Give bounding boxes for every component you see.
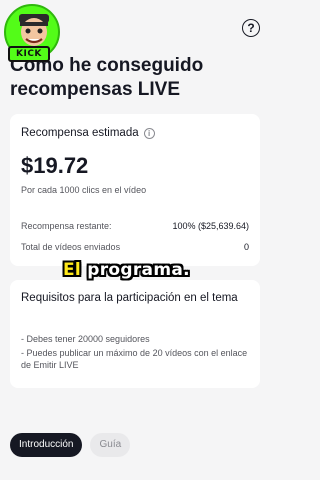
stat-value: 100% ($25,639.64): [172, 221, 249, 231]
stat-label: Total de vídeos enviados: [21, 242, 121, 252]
estimated-reward-card: Recompensa estimada i $19.72 Por cada 10…: [10, 114, 260, 266]
cartoon-face-icon: [19, 14, 49, 46]
caption-highlight-word: El: [63, 260, 82, 280]
reward-per-clicks: Por cada 1000 clics en el vídeo: [21, 185, 147, 195]
streamer-avatar-overlay: KICK: [0, 0, 62, 62]
reward-amount: $19.72: [21, 153, 89, 178]
requirements-card: Requisitos para la participación en el t…: [10, 280, 260, 388]
tab-introduccion[interactable]: Introducción: [10, 433, 83, 457]
list-item: - Debes tener 20000 seguidores: [21, 334, 150, 344]
reward-label-row: Recompensa estimada i: [21, 127, 155, 139]
tab-guia[interactable]: Guía: [90, 433, 131, 457]
requirements-title: Requisitos para la participación en el t…: [21, 292, 238, 304]
info-icon[interactable]: i: [143, 127, 155, 139]
estimated-reward-label: Recompensa estimada: [21, 127, 139, 139]
kick-logo-tag: KICK: [8, 46, 50, 62]
tab-bar: Introducción Guía: [10, 433, 131, 457]
caption-text: programa.: [81, 260, 190, 280]
stat-row-videos-sent: Total de vídeos enviados 0: [21, 242, 249, 252]
stat-label: Recompensa restante:: [21, 221, 112, 231]
list-item: - Puedes publicar un máximo de 20 vídeos…: [21, 348, 248, 370]
requirements-list: - Debes tener 20000 seguidores - Puedes …: [21, 333, 251, 373]
help-button[interactable]: ?: [242, 19, 260, 37]
stat-row-remaining-reward: Recompensa restante: 100% ($25,639.64): [21, 221, 249, 231]
stat-value: 0: [243, 242, 249, 252]
video-caption: El programa.: [63, 260, 190, 280]
